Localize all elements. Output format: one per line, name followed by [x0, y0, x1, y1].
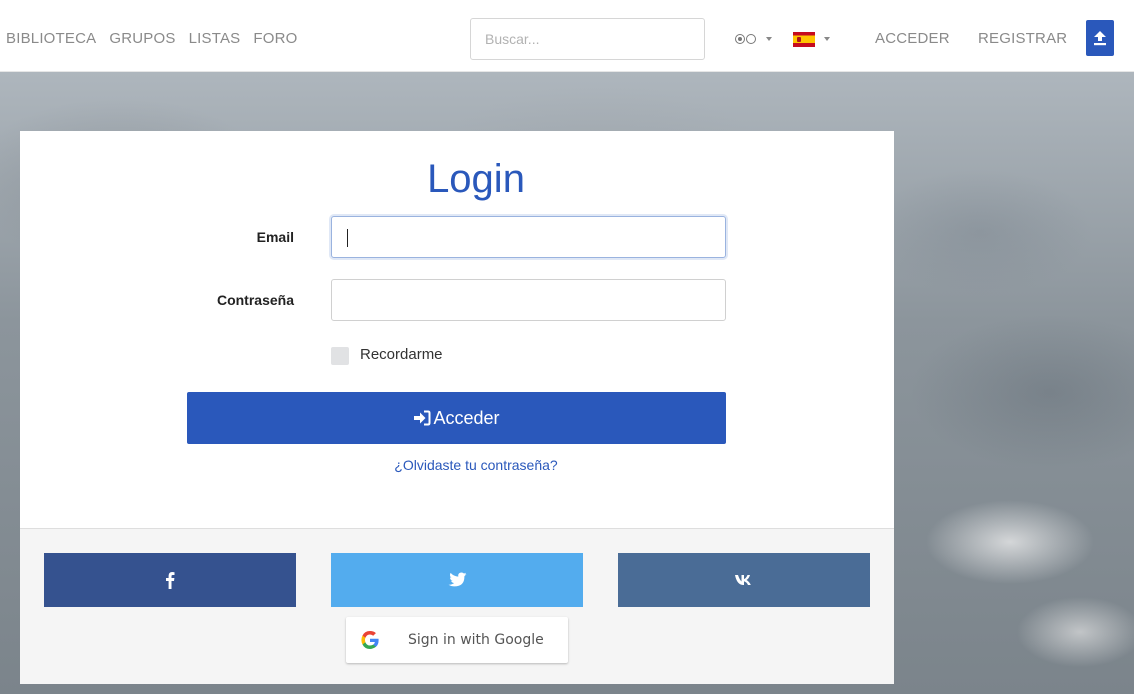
- email-label: Email: [256, 229, 294, 245]
- login-card: Login Email Contraseña Recordarme Accede…: [20, 131, 894, 684]
- remember-label[interactable]: Recordarme: [360, 346, 443, 363]
- vk-login-button[interactable]: [618, 553, 870, 607]
- nav-link-foro[interactable]: FORO: [253, 30, 297, 47]
- remember-checkbox[interactable]: [331, 347, 349, 365]
- forgot-password-link[interactable]: ¿Olvidaste tu contraseña?: [20, 457, 932, 473]
- google-icon: [361, 631, 379, 649]
- password-label: Contraseña: [216, 292, 294, 308]
- view-mode-icon[interactable]: [735, 33, 757, 45]
- login-title: Login: [427, 157, 525, 201]
- twitter-icon: [448, 572, 467, 587]
- spain-flag-icon[interactable]: [793, 31, 815, 47]
- submit-login-label: Acceder: [433, 407, 500, 428]
- search-input[interactable]: [470, 18, 705, 60]
- facebook-login-button[interactable]: [44, 553, 296, 607]
- nav-link-listas[interactable]: LISTAS: [189, 30, 241, 47]
- register-link[interactable]: REGISTRAR: [978, 30, 1067, 47]
- sign-in-icon: [413, 410, 431, 426]
- language-chevron-down-icon[interactable]: [824, 37, 830, 41]
- upload-button[interactable]: [1086, 20, 1114, 56]
- nav-link-grupos[interactable]: GRUPOS: [109, 30, 175, 47]
- google-signin-button[interactable]: Sign in with Google: [346, 617, 568, 663]
- vk-icon: [735, 575, 751, 585]
- submit-login-button[interactable]: Acceder: [187, 392, 726, 444]
- nav-right-controls: [735, 29, 830, 49]
- upload-icon: [1094, 31, 1106, 46]
- email-field[interactable]: [331, 216, 726, 258]
- view-mode-chevron-down-icon[interactable]: [766, 37, 772, 41]
- facebook-icon: [166, 572, 175, 589]
- social-login-area: Sign in with Google: [20, 528, 894, 684]
- top-navbar: BIBLIOTECA GRUPOS LISTAS FORO ACCEDER RE…: [0, 0, 1134, 72]
- twitter-login-button[interactable]: [331, 553, 583, 607]
- login-link[interactable]: ACCEDER: [875, 30, 950, 47]
- password-field[interactable]: [331, 279, 726, 321]
- nav-links: BIBLIOTECA GRUPOS LISTAS FORO: [6, 30, 298, 47]
- text-cursor: [347, 229, 348, 247]
- google-signin-label: Sign in with Google: [408, 632, 544, 648]
- nav-link-biblioteca[interactable]: BIBLIOTECA: [6, 30, 96, 47]
